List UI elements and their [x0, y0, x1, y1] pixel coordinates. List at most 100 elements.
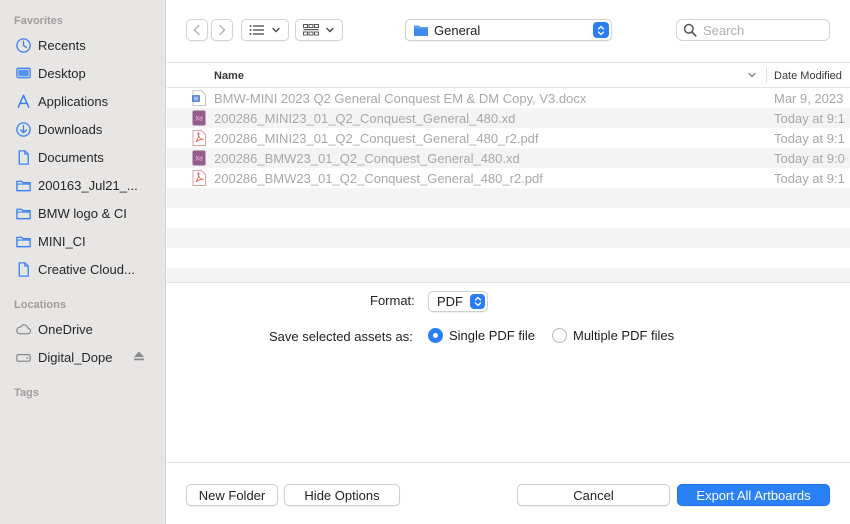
format-popup[interactable]: PDF	[428, 291, 488, 312]
empty-row	[167, 188, 850, 208]
current-folder-name: General	[434, 22, 481, 38]
clock-icon	[14, 36, 32, 54]
sidebar-item-label: Digital_Dope	[38, 349, 113, 365]
empty-row	[167, 268, 850, 282]
sidebar: Favorites Recents Desktop Applications D…	[0, 0, 166, 524]
folder-icon	[14, 204, 32, 222]
sidebar-item-label: Recents	[38, 37, 86, 53]
sidebar-item-label: Applications	[38, 93, 109, 109]
sidebar-item-label: BMW logo & CI	[38, 205, 127, 221]
file-row: Xd 200286_BMW23_01_Q2_Conquest_General_4…	[167, 148, 850, 168]
eject-icon[interactable]	[132, 349, 146, 363]
new-folder-button[interactable]: New Folder	[186, 484, 278, 506]
sidebar-item-bmw-logo-ci[interactable]: BMW logo & CI	[14, 202, 160, 224]
sidebar-item-downloads[interactable]: Downloads	[14, 118, 160, 140]
svg-text:Xd: Xd	[195, 117, 202, 123]
file-date: Today at 9:1	[774, 131, 845, 146]
column-header-date[interactable]: Date Modified	[774, 70, 842, 82]
file-date: Today at 9:1	[774, 111, 845, 126]
forward-button[interactable]	[211, 19, 233, 41]
sidebar-item-recents[interactable]: Recents	[14, 34, 160, 56]
file-row: 200286_BMW23_01_Q2_Conquest_General_480_…	[167, 168, 850, 188]
toolbar: General	[167, 0, 850, 62]
file-row: Xd 200286_MINI23_01_Q2_Conquest_General_…	[167, 108, 850, 128]
sidebar-item-mini-ci[interactable]: MINI_CI	[14, 230, 160, 252]
xd-file-icon: Xd	[192, 110, 206, 126]
folder-icon	[414, 25, 428, 36]
file-date: Today at 9:0	[774, 151, 845, 166]
sidebar-item-creative-cloud[interactable]: Creative Cloud...	[14, 258, 160, 280]
export-all-artboards-button[interactable]: Export All Artboards	[677, 484, 830, 506]
desktop-icon	[14, 64, 32, 82]
locations-heading: Locations	[14, 299, 66, 311]
column-divider[interactable]	[766, 67, 767, 83]
popup-stepper-icon	[470, 294, 485, 309]
multiple-pdf-label: Multiple PDF files	[573, 328, 675, 343]
folder-icon	[14, 176, 32, 194]
sidebar-item-label: Desktop	[38, 65, 86, 81]
file-name: 200286_BMW23_01_Q2_Conquest_General_480.…	[214, 151, 520, 166]
dialog-footer: New Folder Hide Options Cancel Export Al…	[167, 462, 850, 524]
drive-icon	[14, 348, 32, 366]
document-icon	[14, 148, 32, 166]
sidebar-item-onedrive[interactable]: OneDrive	[14, 318, 160, 340]
file-list: Name Date Modified W BMW-MINI 2023 Q2 Ge…	[167, 62, 850, 282]
sort-chevron-icon[interactable]	[747, 71, 757, 79]
nav-buttons	[186, 19, 236, 41]
file-row: 200286_MINI23_01_Q2_Conquest_General_480…	[167, 128, 850, 148]
svg-text:Xd: Xd	[195, 157, 202, 163]
chevron-right-icon	[219, 24, 226, 36]
search-field[interactable]	[676, 19, 830, 41]
save-as-label: Save selected assets as:	[269, 329, 413, 344]
empty-row	[167, 208, 850, 228]
file-name: 200286_MINI23_01_Q2_Conquest_General_480…	[214, 131, 539, 146]
sidebar-item-desktop[interactable]: Desktop	[14, 62, 160, 84]
sidebar-item-label: Creative Cloud...	[38, 261, 135, 277]
multiple-pdf-radio[interactable]: Multiple PDF files	[552, 328, 674, 343]
chevron-down-icon	[272, 27, 280, 33]
list-view-button[interactable]	[241, 19, 289, 41]
group-button[interactable]	[295, 19, 343, 41]
applications-icon	[14, 92, 32, 110]
export-options: Format: PDF Save selected assets as: Sin…	[167, 282, 850, 462]
radio-unselected-icon	[552, 328, 567, 343]
document-icon	[14, 260, 32, 278]
single-pdf-label: Single PDF file	[449, 328, 535, 343]
list-header: Name Date Modified	[167, 63, 850, 88]
file-date: Mar 9, 2023	[774, 91, 844, 106]
popup-stepper-icon	[593, 22, 609, 38]
sidebar-item-label: 200163_Jul21_...	[38, 177, 138, 193]
chevron-left-icon	[193, 24, 200, 36]
downloads-icon	[14, 120, 32, 138]
svg-text:W: W	[194, 97, 199, 103]
single-pdf-radio[interactable]: Single PDF file	[428, 328, 535, 343]
cancel-button[interactable]: Cancel	[517, 484, 670, 506]
sidebar-item-label: OneDrive	[38, 321, 93, 337]
word-doc-icon: W	[192, 90, 206, 106]
tags-heading: Tags	[14, 387, 39, 399]
sidebar-item-200163-jul21[interactable]: 200163_Jul21_...	[14, 174, 160, 196]
column-header-name[interactable]: Name	[214, 70, 244, 82]
sidebar-item-label: MINI_CI	[38, 233, 86, 249]
sidebar-item-digital-dope[interactable]: Digital_Dope	[14, 346, 160, 368]
sidebar-item-label: Downloads	[38, 121, 103, 137]
sidebar-item-label: Documents	[38, 149, 104, 165]
grid-icon	[303, 24, 319, 36]
xd-file-icon: Xd	[192, 150, 206, 166]
favorites-heading: Favorites	[14, 15, 63, 27]
sidebar-item-documents[interactable]: Documents	[14, 146, 160, 168]
sidebar-item-applications[interactable]: Applications	[14, 90, 160, 112]
back-button[interactable]	[186, 19, 208, 41]
search-input[interactable]	[703, 22, 823, 38]
file-row: W BMW-MINI 2023 Q2 General Conquest EM &…	[167, 88, 850, 108]
format-label: Format:	[370, 293, 415, 308]
cloud-icon	[14, 320, 32, 338]
file-name: 200286_BMW23_01_Q2_Conquest_General_480_…	[214, 171, 543, 186]
file-name: 200286_MINI23_01_Q2_Conquest_General_480…	[214, 111, 516, 126]
format-value: PDF	[437, 294, 463, 309]
list-view-icon	[249, 25, 264, 35]
hide-options-button[interactable]: Hide Options	[284, 484, 400, 506]
radio-selected-icon	[428, 328, 443, 343]
location-popup[interactable]: General	[405, 19, 612, 41]
empty-row	[167, 228, 850, 248]
